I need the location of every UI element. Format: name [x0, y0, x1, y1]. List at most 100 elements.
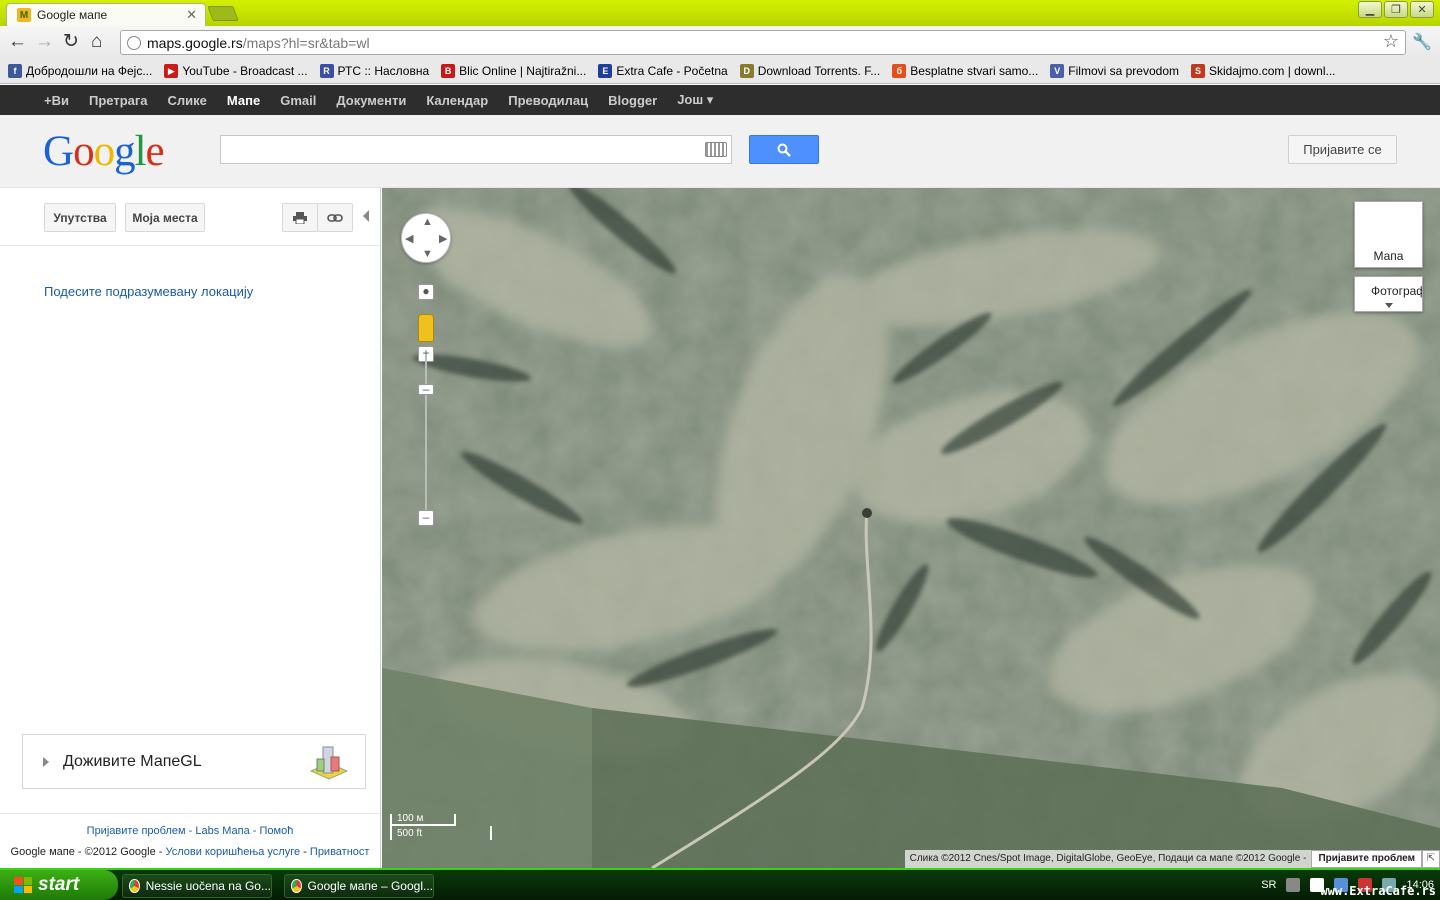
- help-link[interactable]: Помоћ: [260, 825, 294, 837]
- chrome-icon: [291, 879, 302, 893]
- bookmark-label: Extra Cafe - Početna: [616, 64, 728, 78]
- bookmark-item[interactable]: D Download Torrents. F...: [739, 64, 881, 78]
- directions-button[interactable]: Упутства: [44, 203, 116, 232]
- window-controls: ▁ ❐ ✕: [1358, 1, 1434, 18]
- search-button[interactable]: [749, 135, 819, 164]
- report-problem-button[interactable]: Пријавите проблем: [1311, 850, 1422, 868]
- link-button[interactable]: [317, 203, 353, 232]
- collapse-panel-icon[interactable]: [363, 210, 369, 222]
- satellite-type-label: Фотограф: [1371, 284, 1423, 298]
- pegman-icon[interactable]: [418, 314, 434, 342]
- forward-arrow-icon[interactable]: →: [35, 31, 54, 53]
- gbar-item[interactable]: Документи: [336, 93, 406, 108]
- satellite-map[interactable]: ▲ ▼ ◀ ▶ ● + – – Мапа Фотограф 100 м 500 …: [382, 188, 1440, 868]
- print-button[interactable]: [282, 203, 318, 232]
- bookmark-item[interactable]: V Filmovi sa prevodom: [1050, 64, 1179, 78]
- bookmark-favicon-icon: f: [8, 64, 22, 78]
- mapsgl-promo[interactable]: Доживите МапеGL: [22, 734, 366, 789]
- gbar-item[interactable]: Blogger: [608, 93, 657, 108]
- bookmark-label: Добродошли на Фејс...: [26, 64, 153, 78]
- bookmark-label: Download Torrents. F...: [757, 64, 881, 78]
- bookmark-label: Blic Online | Najtiražni...: [459, 64, 587, 78]
- gbar-item[interactable]: Gmail: [280, 93, 316, 108]
- bookmark-star-icon[interactable]: ☆: [1383, 31, 1399, 52]
- satellite-type-button[interactable]: Фотограф: [1354, 276, 1423, 312]
- left-panel: Упутства Моја места Подесите подразумева…: [0, 188, 381, 868]
- taskbar-item-nessie[interactable]: Nessie uočena na Go...: [122, 874, 272, 898]
- bookmark-label: Besplatne stvari samo...: [910, 64, 1039, 78]
- gbar-item[interactable]: +Ви: [44, 93, 69, 108]
- close-window-icon[interactable]: ✕: [1410, 1, 1434, 18]
- signin-button[interactable]: Пријавите се: [1288, 135, 1397, 164]
- bookmark-item[interactable]: f Добродошли на Фејс...: [8, 64, 152, 78]
- panel-footer: Пријавите проблем - Labs Мапа - Помоћ Go…: [0, 813, 380, 868]
- zoom-out-button[interactable]: –: [418, 510, 434, 526]
- url-path: /maps?hl=sr&tab=wl: [242, 34, 370, 51]
- task-label: Google мапе – Googl...: [307, 879, 434, 893]
- bookmark-favicon-icon: ▶: [164, 64, 179, 78]
- set-default-location-link[interactable]: Подесите подразумевану локацију: [44, 284, 253, 299]
- terms-link[interactable]: Услови коришћења услуге: [165, 846, 300, 858]
- printer-icon: [293, 211, 307, 224]
- my-places-button[interactable]: Моја места: [125, 203, 205, 232]
- pan-left-icon[interactable]: ◀: [405, 232, 413, 245]
- bookmark-favicon-icon: D: [739, 64, 754, 78]
- privacy-link[interactable]: Приватност: [310, 846, 370, 858]
- bookmark-label: РТС :: Насловна: [337, 64, 430, 78]
- language-indicator[interactable]: SR: [1261, 879, 1276, 891]
- new-tab-button[interactable]: [207, 6, 239, 21]
- url-host: maps.google.rs: [147, 34, 243, 51]
- bookmark-item[interactable]: ▶ YouTube - Broadcast ...: [164, 64, 308, 78]
- browser-toolbar: ← → ↻ ⌂ maps.google.rs /maps?hl=sr&tab=w…: [0, 26, 1440, 59]
- map-type-button[interactable]: Мапа: [1354, 201, 1423, 268]
- browser-tab[interactable]: M Google мапе ✕: [6, 3, 206, 26]
- tab-title: Google мапе: [37, 8, 108, 22]
- tray-app-icon[interactable]: [1286, 878, 1301, 892]
- pan-control[interactable]: ▲ ▼ ◀ ▶: [401, 213, 451, 263]
- pan-right-icon[interactable]: ▶: [439, 232, 447, 245]
- home-icon[interactable]: ⌂: [91, 31, 102, 53]
- bookmark-label: YouTube - Broadcast ...: [182, 64, 308, 78]
- address-bar[interactable]: maps.google.rs /maps?hl=sr&tab=wl ☆: [120, 30, 1406, 55]
- pan-down-icon[interactable]: ▼: [422, 248, 433, 260]
- bookmark-item[interactable]: B Blic Online | Najtiražni...: [441, 64, 586, 78]
- report-problem-link[interactable]: Пријавите проблем: [87, 825, 186, 837]
- bookmark-favicon-icon: E: [598, 64, 613, 78]
- keyboard-icon[interactable]: [705, 142, 727, 157]
- gbar-item[interactable]: Слике: [168, 93, 207, 108]
- taskbar-item-google-maps[interactable]: Google мапе – Googl...: [284, 874, 434, 898]
- attribution-text: Слика ©2012 Cnes/Spot Image, DigitalGlob…: [904, 850, 1312, 868]
- bookmark-item[interactable]: R РТС :: Насловна: [319, 64, 430, 78]
- zoom-slider-handle[interactable]: –: [418, 383, 434, 395]
- bookmark-item[interactable]: S Skidajmo.com | downl...: [1191, 64, 1336, 78]
- footer-links: Пријавите проблем - Labs Мапа - Помоћ: [86, 825, 294, 837]
- google-logo[interactable]: Google: [43, 127, 165, 176]
- labs-link[interactable]: Labs Мапа: [195, 825, 249, 837]
- bookmark-item[interactable]: б Besplatne stvari samo...: [892, 64, 1038, 78]
- magnifier-icon: [777, 143, 791, 157]
- browser-tabstrip: M Google мапе ✕ ▁ ❐ ✕: [0, 0, 1440, 26]
- wrench-icon[interactable]: 🔧: [1412, 32, 1432, 52]
- location-dot-icon[interactable]: ●: [418, 284, 434, 300]
- 3d-buildings-icon: [309, 746, 349, 780]
- gbar-item[interactable]: Претрага: [89, 93, 148, 108]
- overview-toggle-icon[interactable]: ⇱: [1422, 850, 1440, 868]
- bookmark-item[interactable]: E Extra Cafe - Početna: [598, 64, 728, 78]
- close-tab-icon[interactable]: ✕: [186, 7, 197, 23]
- gbar-item[interactable]: Мапе: [227, 93, 260, 108]
- link-icon: [327, 213, 343, 222]
- search-input[interactable]: [220, 135, 732, 164]
- maximize-icon[interactable]: ❐: [1384, 1, 1408, 18]
- pan-up-icon[interactable]: ▲: [422, 216, 433, 228]
- gbar-item[interactable]: Преводилац: [508, 93, 588, 108]
- gbar-item[interactable]: Календар: [426, 93, 488, 108]
- reload-icon[interactable]: ↻: [63, 31, 79, 53]
- bookmarks-bar: f Добродошли на Фејс... ▶ YouTube - Broadca…: [0, 59, 1440, 84]
- task-label: Nessie uočena na Go...: [145, 879, 271, 893]
- start-button[interactable]: start: [0, 870, 118, 900]
- search-header: Google Пријавите се: [0, 115, 1440, 188]
- back-arrow-icon[interactable]: ←: [8, 31, 27, 53]
- gbar-item[interactable]: Још ▾: [677, 92, 713, 108]
- zoom-slider-rail[interactable]: [425, 356, 427, 512]
- minimize-icon[interactable]: ▁: [1358, 1, 1382, 18]
